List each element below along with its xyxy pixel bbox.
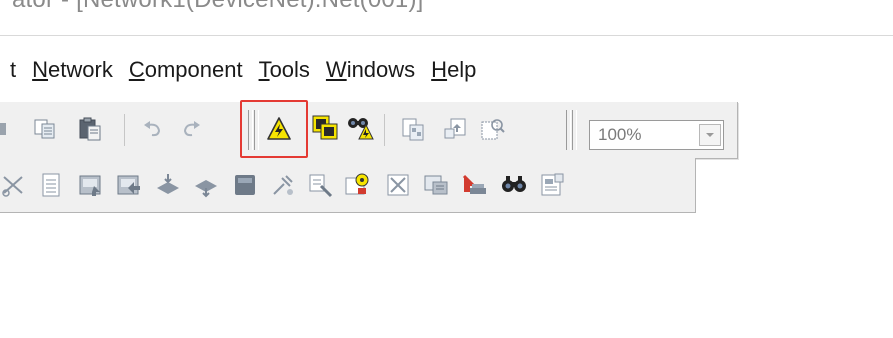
upload-icon[interactable] (440, 114, 470, 144)
monitor-icon[interactable] (421, 170, 451, 200)
menu-item-help[interactable]: Help (431, 57, 476, 83)
partial-icon[interactable] (0, 114, 12, 144)
edit-parameters-icon[interactable] (343, 170, 373, 200)
properties-icon[interactable] (230, 170, 260, 200)
toolbar-grip[interactable] (566, 110, 571, 150)
register-device-icon[interactable] (76, 170, 106, 200)
menu-item-network[interactable]: Network (32, 57, 113, 83)
transfer-to-network-icon[interactable] (310, 112, 340, 142)
standard-toolbar: 100% (0, 102, 738, 159)
menu-label-component-rest: omponent (144, 57, 243, 82)
menu-label-help-rest: elp (447, 57, 477, 82)
import-icon[interactable] (459, 170, 489, 200)
toolbar-area: 100% (0, 96, 893, 226)
workspace-area[interactable] (0, 226, 893, 338)
undo-icon[interactable] (138, 114, 168, 144)
title-bar: ator - [Network1(DeviceNet).Net(001)] (0, 0, 893, 36)
monitor-network-icon[interactable] (345, 112, 375, 142)
paste-icon[interactable] (75, 114, 105, 144)
cut-icon[interactable] (2, 170, 26, 200)
toolbar-separator (124, 114, 125, 146)
search-icon[interactable] (499, 170, 529, 200)
unregister-device-icon[interactable] (114, 170, 144, 200)
parameter-view-icon[interactable] (478, 114, 508, 144)
menu-label-windows-rest: indows (346, 57, 416, 82)
download-device-icon[interactable] (191, 170, 221, 200)
window-title: ator - [Network1(DeviceNet).Net(001)] (12, 0, 424, 14)
wire-icon[interactable] (268, 170, 298, 200)
device-toolbar (0, 158, 696, 213)
menu-label-tools-rest: ools (269, 57, 310, 82)
menu-item-windows[interactable]: Windows (326, 57, 415, 83)
menu-item-edit-partial[interactable]: t (10, 57, 16, 83)
copy-icon[interactable] (30, 114, 60, 144)
menu-item-tools[interactable]: Tools (259, 57, 310, 83)
title-divider (0, 35, 893, 36)
menu-label-network-rest: etwork (48, 57, 113, 82)
chevron-down-icon[interactable] (699, 124, 721, 146)
parameter-wizard-icon[interactable] (305, 170, 335, 200)
toolbar-separator (384, 114, 385, 146)
zoom-value: 100% (598, 125, 642, 144)
zoom-dropdown[interactable]: 100% (589, 120, 724, 150)
clear-icon[interactable] (383, 170, 413, 200)
menu-item-component[interactable]: Component (129, 57, 243, 83)
redo-icon[interactable] (176, 114, 206, 144)
compare-icon[interactable] (398, 114, 428, 144)
device-list-icon[interactable] (36, 170, 66, 200)
menu-bar: t Network Component Tools Windows Help (0, 52, 492, 88)
report-icon[interactable] (537, 170, 567, 200)
highlight-box (240, 100, 308, 158)
upload-device-icon[interactable] (153, 170, 183, 200)
toolbar-grip[interactable] (572, 110, 577, 150)
